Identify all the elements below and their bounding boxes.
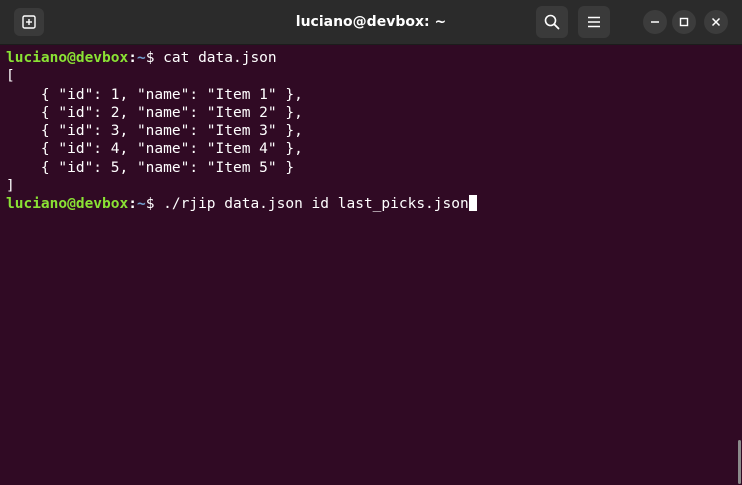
minimize-icon [651,21,659,23]
prompt-user-host: luciano@devbox [6,50,129,66]
text-cursor [468,195,477,212]
maximize-button[interactable] [672,10,696,34]
close-button[interactable] [704,10,728,34]
output-line: [ [6,68,15,85]
title-bar[interactable]: luciano@devbox: ~ [0,0,742,45]
menu-button[interactable] [578,6,610,38]
output-line: { "id": 2, "name": "Item 2" }, [6,104,303,121]
prompt-path: ~ [136,50,146,66]
prompt-dollar: $ [145,196,164,213]
new-tab-button[interactable] [14,8,44,36]
minimize-button[interactable] [643,10,667,34]
new-tab-icon [22,15,36,29]
close-icon [711,17,721,27]
output-line: ] [6,178,15,195]
search-button[interactable] [536,6,568,38]
command-text: cat data.json [163,50,277,66]
output-line: { "id": 5, "name": "Item 5" } [6,159,295,176]
prompt-colon: : [128,196,137,213]
output-line: { "id": 4, "name": "Item 4" }, [6,141,303,158]
scrollbar[interactable] [738,440,741,484]
output-line: { "id": 1, "name": "Item 1" }, [6,86,303,103]
maximize-icon [679,17,689,27]
hamburger-menu-icon [588,16,600,28]
window-title: luciano@devbox: ~ [295,14,447,30]
command-line-2: luciano@devbox:~$ ./rjip data.json id la… [6,195,742,213]
prompt-path: ~ [136,196,146,213]
command-line-1: luciano@devbox:~$ cat data.json [6,49,742,67]
prompt-user-host: luciano@devbox [6,196,129,213]
prompt-colon: : [128,50,137,66]
command-input[interactable]: ./rjip data.json id last_picks.json [163,196,469,212]
prompt-dollar: $ [145,50,164,66]
search-icon [544,14,560,30]
terminal-area[interactable]: luciano@devbox:~$ cat data.json [ { "id"… [0,45,742,485]
output-line: { "id": 3, "name": "Item 3" }, [6,123,303,140]
terminal-window: luciano@devbox: ~ luciano@devbox:~$ cat … [0,0,742,485]
